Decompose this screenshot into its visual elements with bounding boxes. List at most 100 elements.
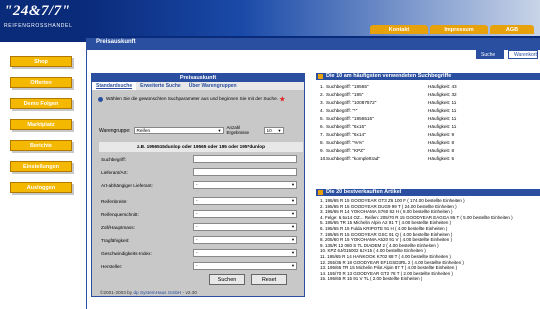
search-button[interactable]: Suchen xyxy=(209,274,245,285)
warengruppe-label: Warengruppe: xyxy=(99,127,131,134)
tab-impressum[interactable]: Impressum xyxy=(430,25,488,34)
list-item[interactable]: 15. 195/65 R 15 91 V TL ( 2.00 bestellte… xyxy=(320,276,534,282)
tab-kontakt[interactable]: Kontakt xyxy=(370,25,428,34)
list-item: 2. Suchbegriff: "195" Häufigkeit: 32 xyxy=(320,90,534,98)
art-lieferant-select[interactable]: - xyxy=(193,181,297,189)
reifenquerschnitt-select[interactable]: - xyxy=(193,210,297,218)
search-term[interactable]: Suchbegriff: "KPZ" xyxy=(326,148,428,153)
anzahl-select[interactable]: 10 xyxy=(263,127,284,134)
help-text: Wählen Sie die gewünschten Suchparameter… xyxy=(106,96,278,102)
frequency: Häufigkeit: 43 xyxy=(428,83,457,89)
frequency: Häufigkeit: 11 xyxy=(428,115,457,121)
field-label: Reifenbreite: xyxy=(101,198,128,204)
page-title: Preisauskunft xyxy=(96,39,136,45)
list-item: 5. Suchbegriff: "1956515" Häufigkeit: 11 xyxy=(320,114,534,122)
list-item: 7. Suchbegriff: "6x14" Häufigkeit: 9 xyxy=(320,130,534,138)
warengruppe-select[interactable]: Reifen xyxy=(133,127,224,134)
top20-list: 1. 195/65 R 15 GOODYEAR GT3 Z6 100 F ( 1… xyxy=(320,198,534,282)
field-label: Geschwindigkeits-Index: xyxy=(101,250,152,256)
nav-einstellungen[interactable]: Einstellungen xyxy=(10,161,72,172)
search-form: Preisauskunft Standardsuche Erweiterte S… xyxy=(91,73,305,297)
anzahl-label: Anzahl Ergebnisse xyxy=(226,125,250,135)
footer-version: - v2.30 xyxy=(181,290,198,295)
field-art-lieferant: Art-abhängiger Lieferant: - xyxy=(99,180,303,190)
field-label: Art-abhängiger Lieferant: xyxy=(101,182,153,188)
tab-warengruppen[interactable]: Über Warengruppen xyxy=(185,82,241,90)
search-term[interactable]: Suchbegriff: "195" xyxy=(326,92,428,97)
help-text-row: Wählen Sie die gewünschten Suchparameter… xyxy=(98,96,304,102)
tab-erweiterte-suche[interactable]: Erweiterte Suche xyxy=(136,82,185,90)
top20-title: Die 20 bestverkauften Artikel xyxy=(316,189,540,196)
frequency: Häufigkeit: 9 xyxy=(428,131,455,137)
frequency: Häufigkeit: 11 xyxy=(428,123,457,129)
nav-ausloggen[interactable]: Ausloggen xyxy=(10,182,72,193)
frequency: Häufigkeit: 5 xyxy=(428,155,455,161)
zoll-select[interactable]: - xyxy=(193,223,297,231)
divider xyxy=(86,50,87,309)
reifenbreite-select[interactable]: - xyxy=(193,197,297,205)
field-label: Lieferant/Art: xyxy=(101,169,128,175)
field-label: Tragfähigkeit: xyxy=(101,237,130,243)
tragfaehigkeit-select[interactable]: - xyxy=(193,236,297,244)
field-suchbegriff: Suchbegriff: xyxy=(99,154,303,164)
search-term[interactable]: Suchbegriff: "%%" xyxy=(326,140,428,145)
nav-berichte[interactable]: Berichte xyxy=(10,140,72,151)
hersteller-select[interactable]: - xyxy=(193,262,297,270)
field-zoll: Zoll/Hauptmass: - xyxy=(99,222,303,232)
suchbegriff-input[interactable] xyxy=(193,155,297,163)
list-item: 10. Suchbegriff: "komplettrad" Häufigkeit:… xyxy=(320,154,534,162)
nav-offerten[interactable]: Offerten xyxy=(10,77,72,88)
reset-button[interactable]: Reset xyxy=(251,274,287,285)
sub-nav: Suche Warenkorb xyxy=(476,50,538,59)
nav-shop[interactable]: Shop xyxy=(10,56,72,67)
field-label: Zoll/Hauptmass: xyxy=(101,224,135,230)
footer: ©2001-2003 by dp SystemHaus GmbH - v2.30 xyxy=(100,290,197,295)
field-lieferant: Lieferant/Art: xyxy=(99,167,303,177)
top-nav: Kontakt Impressum AGB xyxy=(370,25,534,34)
footer-text: ©2001-2003 by xyxy=(100,290,134,295)
search-term[interactable]: Suchbegriff: "6x14" xyxy=(326,132,428,137)
tab-standardsuche[interactable]: Standardsuche xyxy=(92,82,137,90)
search-term[interactable]: Suchbegriff: "19565" xyxy=(326,84,428,89)
footer-link[interactable]: dp SystemHaus GmbH xyxy=(133,290,181,295)
form-buttons: Suchen Reset xyxy=(209,274,287,285)
list-item: 3. Suchbegriff: "10087572" Häufigkeit: 11 xyxy=(320,98,534,106)
frequency: Häufigkeit: 11 xyxy=(428,99,457,105)
frequency: Häufigkeit: 11 xyxy=(428,107,457,113)
search-term[interactable]: Suchbegriff: "*" xyxy=(326,108,428,113)
top10-list: 1. Suchbegriff: "19565" Häufigkeit: 43 2. Su… xyxy=(320,82,534,162)
form-tabs: Standardsuche Erweiterte Suche Über Ware… xyxy=(92,82,304,90)
list-item: 4. Suchbegriff: "*" Häufigkeit: 11 xyxy=(320,106,534,114)
list-item: 6. Suchbegriff: "6x15" Häufigkeit: 11 xyxy=(320,122,534,130)
geschwindigkeit-select[interactable]: - xyxy=(193,249,297,257)
field-label: Hersteller: xyxy=(101,263,123,269)
search-term[interactable]: Suchbegriff: "1956515" xyxy=(326,116,428,121)
frequency: Häufigkeit: 8 xyxy=(428,139,455,145)
search-term[interactable]: Suchbegriff: "6x15" xyxy=(326,124,428,129)
tab-warenkorb[interactable]: Warenkorb xyxy=(508,50,538,59)
tab-suche[interactable]: Suche xyxy=(476,50,504,59)
nav-demo-folgen[interactable]: Demo Folgen xyxy=(10,98,72,109)
search-hint: z.B. 1956515dunlop oder 19565 oder 195 o… xyxy=(99,142,303,152)
lieferant-input[interactable] xyxy=(193,168,297,176)
search-term[interactable]: Suchbegriff: "10087572" xyxy=(326,100,428,105)
nav-marktplatz[interactable]: Marktplatz xyxy=(10,119,72,130)
logo[interactable]: "24&7/7" REIFENGROSSHANDEL xyxy=(0,0,82,38)
info-icon xyxy=(98,96,103,102)
list-item: 8. Suchbegriff: "%%" Häufigkeit: 8 xyxy=(320,138,534,146)
list-item: 1. Suchbegriff: "19565" Häufigkeit: 43 xyxy=(320,82,534,90)
field-label: Suchbegriff: xyxy=(101,156,126,162)
tab-agb[interactable]: AGB xyxy=(490,25,534,34)
logo-text: "24&7/7" xyxy=(4,3,71,19)
field-label: Reifenquerschnitt: xyxy=(101,211,139,217)
list-item: 9. Suchbegriff: "KPZ" Häufigkeit: 8 xyxy=(320,146,534,154)
top10-title: Die 10 am häufigsten verwendeten Suchbeg… xyxy=(316,73,540,80)
field-reifenbreite: Reifenbreite: - xyxy=(99,196,303,206)
field-geschwindigkeit: Geschwindigkeits-Index: - xyxy=(99,248,303,258)
search-term[interactable]: Suchbegriff: "komplettrad" xyxy=(326,156,428,161)
frequency: Häufigkeit: 32 xyxy=(428,91,457,97)
page-title-bar xyxy=(86,38,540,50)
star-icon xyxy=(279,96,286,102)
field-hersteller: Hersteller: - xyxy=(99,261,303,271)
logo-subtitle: REIFENGROSSHANDEL xyxy=(4,23,73,29)
